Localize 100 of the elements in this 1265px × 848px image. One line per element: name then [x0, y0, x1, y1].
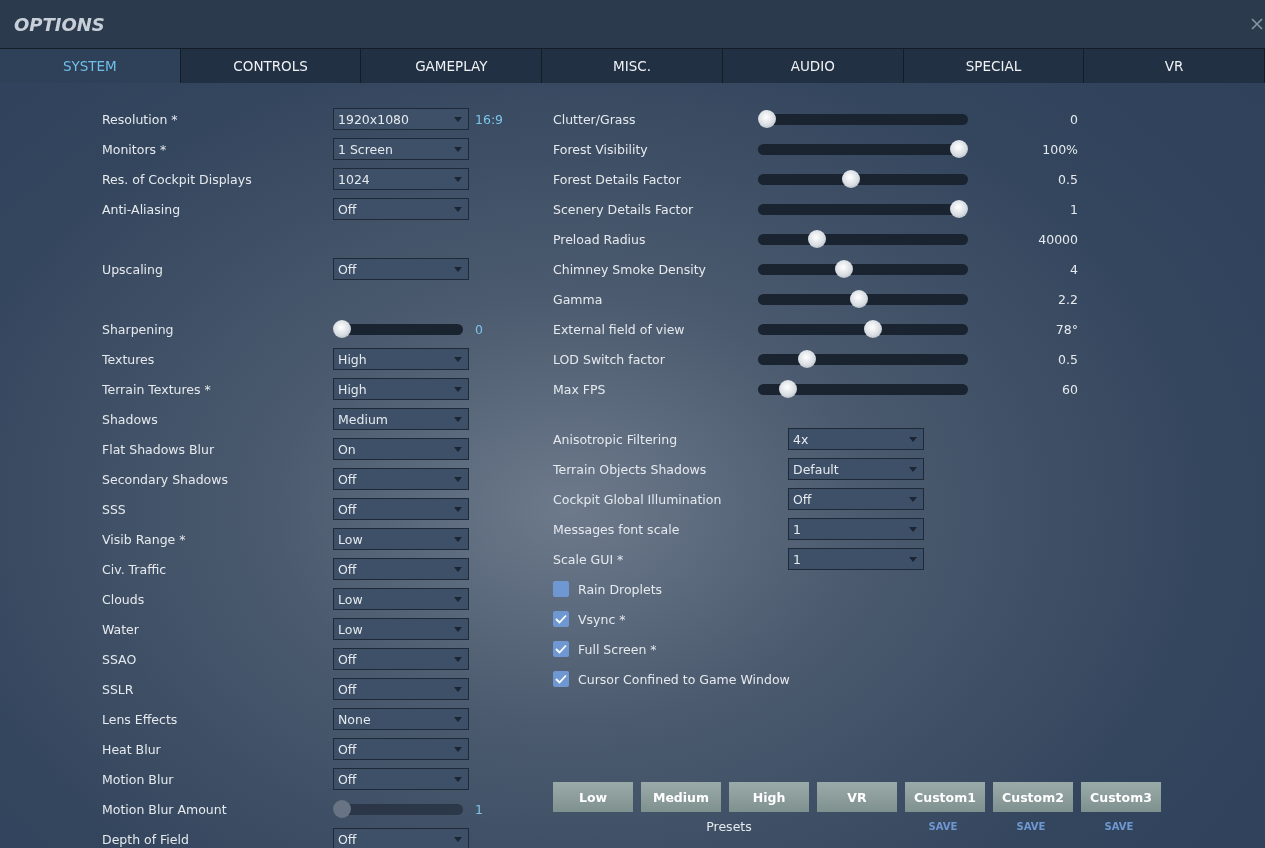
- setting-label: Scenery Details Factor: [553, 201, 695, 217]
- setting-label: Lens Effects: [102, 711, 179, 727]
- dropdown[interactable]: 1: [788, 548, 924, 570]
- slider[interactable]: [758, 143, 968, 155]
- slider-thumb[interactable]: [758, 109, 776, 128]
- dropdown[interactable]: Off: [333, 558, 469, 580]
- dropdown[interactable]: Off: [333, 648, 469, 670]
- setting-label: Terrain Objects Shadows: [553, 461, 708, 477]
- setting-label: Preload Radius: [553, 231, 647, 247]
- caret-icon: [454, 266, 462, 272]
- slider-thumb[interactable]: [842, 169, 861, 188]
- caret-icon: [909, 436, 917, 442]
- setting-label: Resolution *: [102, 111, 179, 127]
- slider[interactable]: [758, 323, 968, 335]
- slider-value: 78°: [1054, 321, 1078, 337]
- dropdown[interactable]: On: [333, 438, 469, 460]
- slider[interactable]: [758, 113, 968, 125]
- setting-label: Depth of Field: [102, 831, 190, 847]
- tab[interactable]: AUDIO: [722, 49, 904, 83]
- caret-icon: [454, 746, 462, 752]
- slider[interactable]: [758, 383, 968, 395]
- slider-thumb[interactable]: [779, 379, 798, 398]
- setting-label: Messages font scale: [553, 521, 681, 537]
- slider-value: 0: [1069, 111, 1078, 127]
- setting-label: Upscaling: [102, 261, 164, 277]
- caret-icon: [454, 776, 462, 782]
- dropdown[interactable]: Off: [333, 468, 469, 490]
- dropdown[interactable]: 1024: [333, 168, 469, 190]
- caret-icon: [454, 206, 462, 212]
- dropdown[interactable]: Off: [333, 498, 469, 520]
- dropdown[interactable]: 1 Screen: [333, 138, 469, 160]
- slider-value: 40000: [1037, 231, 1078, 247]
- setting-label: Cockpit Global Illumination: [553, 491, 723, 507]
- dropdown[interactable]: Low: [333, 618, 469, 640]
- dropdown[interactable]: Default: [788, 458, 924, 480]
- close-icon[interactable]: [1251, 18, 1263, 30]
- tab[interactable]: GAMEPLAY: [361, 49, 543, 83]
- slider-value: 0.5: [1057, 171, 1078, 187]
- dropdown[interactable]: Off: [333, 738, 469, 760]
- dropdown[interactable]: Low: [333, 588, 469, 610]
- tab[interactable]: SYSTEM: [0, 49, 181, 83]
- setting-label: SSLR: [102, 681, 135, 697]
- slider-thumb[interactable]: [950, 199, 968, 218]
- caret-icon: [909, 556, 917, 562]
- caret-icon: [454, 416, 462, 422]
- checkbox[interactable]: [553, 581, 569, 597]
- slider[interactable]: [758, 293, 968, 305]
- dropdown[interactable]: Off: [333, 828, 469, 848]
- slider-thumb[interactable]: [807, 229, 826, 248]
- caret-icon: [454, 476, 462, 482]
- setting-label: Max FPS: [553, 381, 607, 397]
- slider-thumb[interactable]: [850, 289, 869, 308]
- caret-icon: [454, 686, 462, 692]
- caret-icon: [454, 446, 462, 452]
- dropdown[interactable]: Off: [333, 678, 469, 700]
- tab[interactable]: MISC.: [542, 49, 723, 83]
- caret-icon: [454, 596, 462, 602]
- checkbox[interactable]: [553, 611, 569, 627]
- window-title: OPTIONS: [14, 13, 105, 35]
- tab[interactable]: SPECIAL: [903, 49, 1085, 83]
- dropdown[interactable]: 1: [788, 518, 924, 540]
- caret-icon: [454, 146, 462, 152]
- dropdown[interactable]: Off: [333, 258, 469, 280]
- dropdown[interactable]: Off: [788, 488, 924, 510]
- dropdown[interactable]: High: [333, 348, 469, 370]
- slider[interactable]: [758, 233, 968, 245]
- checkbox[interactable]: [553, 641, 569, 657]
- checkbox[interactable]: [553, 671, 569, 687]
- slider-thumb[interactable]: [863, 319, 882, 338]
- setting-label: External field of view: [553, 321, 686, 337]
- tab[interactable]: CONTROLS: [180, 49, 362, 83]
- slider-thumb[interactable]: [834, 259, 853, 278]
- slider[interactable]: [758, 353, 968, 365]
- caret-icon: [454, 506, 462, 512]
- slider[interactable]: [333, 323, 463, 335]
- dropdown[interactable]: Off: [333, 198, 469, 220]
- caret-icon: [454, 386, 462, 392]
- slider-thumb[interactable]: [798, 349, 817, 368]
- dropdown[interactable]: 4x: [788, 428, 924, 450]
- presets-label: Presets: [705, 818, 753, 834]
- tab[interactable]: VR: [1084, 49, 1265, 83]
- dropdown[interactable]: Medium: [333, 408, 469, 430]
- dropdown[interactable]: 1920x1080: [333, 108, 469, 130]
- slider[interactable]: [758, 203, 968, 215]
- slider-thumb[interactable]: [333, 319, 351, 338]
- caret-icon: [454, 716, 462, 722]
- dropdown[interactable]: Off: [333, 768, 469, 790]
- dropdown[interactable]: High: [333, 378, 469, 400]
- slider-value: 60: [1061, 381, 1078, 397]
- slider-value: 4: [1069, 261, 1078, 277]
- setting-label: Motion Blur: [102, 771, 175, 787]
- setting-label: Clouds: [102, 591, 146, 607]
- setting-label: LOD Switch factor: [553, 351, 666, 367]
- slider-thumb[interactable]: [950, 139, 968, 158]
- slider[interactable]: [758, 263, 968, 275]
- dropdown[interactable]: Low: [333, 528, 469, 550]
- dropdown[interactable]: None: [333, 708, 469, 730]
- caret-icon: [909, 526, 917, 532]
- slider[interactable]: [758, 173, 968, 185]
- caret-icon: [454, 566, 462, 572]
